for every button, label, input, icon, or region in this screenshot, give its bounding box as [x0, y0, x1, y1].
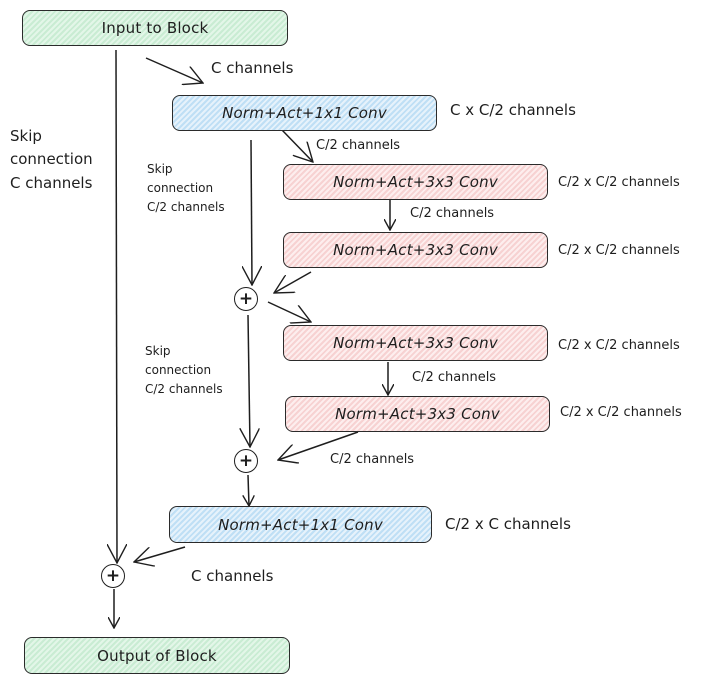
output-block-label: Output of Block [97, 646, 217, 665]
conv3x3-a1-node: Norm+Act+3x3 Conv [283, 164, 548, 200]
skip-connection-inner-1-arrow [251, 139, 252, 285]
skip-connection-inner-2-label: Skip connection C/2 channels [145, 344, 223, 397]
conv3x3-b1-label: Norm+Act+3x3 Conv [333, 334, 498, 352]
output-block-node: Output of Block [24, 637, 290, 674]
plus-icon: + [105, 565, 121, 586]
conv1x1-in-dims-label: C x C/2 channels [450, 101, 576, 119]
conv3x3-a2-label: Norm+Act+3x3 Conv [333, 241, 498, 259]
plus-icon: + [238, 450, 254, 471]
conv3x3-a2-to-sum1-arrow [274, 271, 312, 293]
skip-connection-outer-label: Skip connection C channels [10, 127, 93, 192]
conv1x1-out-label: Norm+Act+1x1 Conv [218, 515, 383, 534]
input-to-conv1x1-arrow [145, 57, 203, 83]
input-block-label: Input to Block [101, 19, 209, 37]
conv3x3-b2-label: Norm+Act+3x3 Conv [335, 405, 500, 423]
skip-connection-inner-2-arrow [248, 314, 250, 447]
conv1x1-in-edge-label: C/2 channels [316, 138, 401, 153]
conv1x1-in-node: Norm+Act+1x1 Conv [172, 95, 437, 131]
sum-node-2: + [234, 449, 258, 473]
conv3x3-b1-node: Norm+Act+3x3 Conv [283, 325, 548, 361]
skip-connection-outer-arrow [116, 49, 117, 563]
conv1x1-out-dims-label: C/2 x C channels [445, 515, 571, 533]
conv3x3-a2-node: Norm+Act+3x3 Conv [283, 232, 548, 268]
conv1x1-to-conv3x3-a1-arrow [281, 129, 313, 162]
conv3x3-b-mid-edge-label: C/2 channels [412, 370, 497, 385]
conv3x3-b1-dims-label: C/2 x C/2 channels [558, 338, 680, 353]
sum-node-final: + [101, 564, 125, 588]
conv3x3-a1-label: Norm+Act+3x3 Conv [333, 173, 498, 191]
plus-icon: + [238, 288, 254, 309]
conv3x3-b2-dims-label: C/2 x C/2 channels [560, 405, 682, 420]
conv1x1-out-edge-label: C channels [191, 567, 274, 585]
input-block-node: Input to Block [22, 10, 288, 46]
conv3x3-b2-edge-label: C/2 channels [330, 452, 415, 467]
sum2-to-conv1x1-out-arrow [248, 474, 249, 506]
conv1x1-in-label: Norm+Act+1x1 Conv [222, 104, 387, 122]
skip-connection-inner-1-label: Skip connection C/2 channels [147, 162, 225, 215]
sum-node-1: + [234, 287, 258, 311]
conv1x1-out-node: Norm+Act+1x1 Conv [169, 506, 432, 543]
conv3x3-a2-dims-label: C/2 x C/2 channels [558, 243, 680, 258]
conv1x1-out-to-sum-arrow [134, 546, 186, 562]
conv3x3-a1-dims-label: C/2 x C/2 channels [558, 175, 680, 190]
input-edge-label: C channels [211, 59, 294, 77]
conv3x3-a-mid-edge-label: C/2 channels [410, 206, 495, 221]
conv3x3-b2-node: Norm+Act+3x3 Conv [285, 396, 550, 432]
sum1-to-conv3x3-b1-arrow [267, 301, 311, 322]
